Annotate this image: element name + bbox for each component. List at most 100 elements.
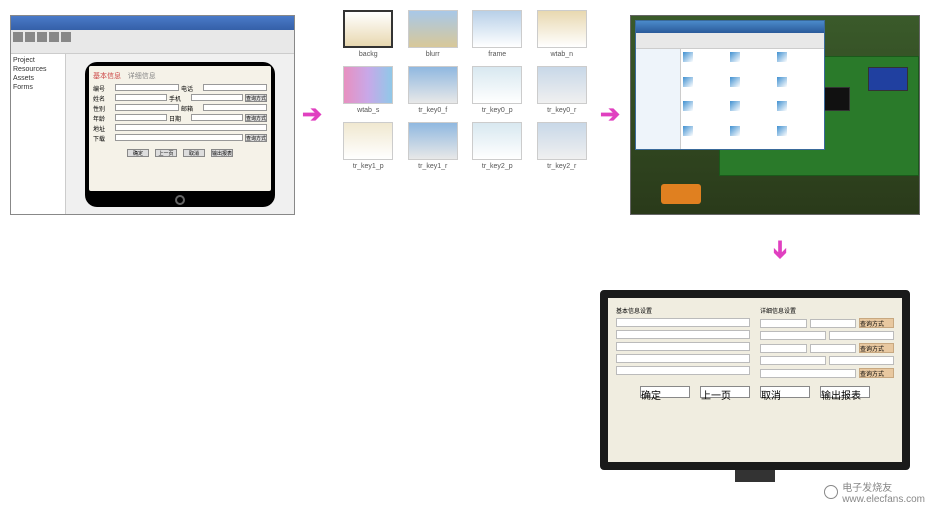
query-button: 查询方式 [245, 114, 267, 122]
toolbar-icon [37, 32, 47, 42]
file-item [683, 100, 723, 112]
asset-thumbnail [343, 10, 393, 48]
file-icon [777, 126, 787, 136]
text-input [115, 94, 167, 101]
watermark-logo-icon [824, 485, 838, 499]
action-button: 输出报表 [820, 386, 870, 398]
asset-item: tr_key0_r [534, 66, 591, 114]
asset-thumbnail [537, 10, 587, 48]
field-label: 邮箱 [181, 104, 201, 113]
text-input [760, 369, 856, 378]
text-input [191, 94, 243, 101]
asset-item: blurr [405, 10, 462, 58]
file-item [683, 125, 723, 137]
asset-label: wtab_s [357, 107, 379, 114]
asset-item: wtab_s [340, 66, 397, 114]
watermark-url: www.elecfans.com [842, 494, 925, 505]
field-label: 姓名 [93, 94, 113, 103]
asset-thumbnail [343, 66, 393, 104]
file-icon [730, 126, 740, 136]
text-input [203, 104, 267, 111]
text-input [115, 124, 267, 131]
asset-label: tr_key2_p [482, 163, 513, 170]
asset-item: frame [469, 10, 526, 58]
file-icon [777, 52, 787, 62]
monitor-frame: 基本信息设置 详细信息设置 查询方式 查询方式 查询方式 确定 [600, 290, 910, 470]
file-item [683, 76, 723, 88]
file-item [730, 125, 770, 137]
action-button: 取消 [183, 149, 205, 157]
file-item [777, 100, 817, 112]
asset-label: tr_key1_p [353, 163, 384, 170]
text-input [760, 331, 826, 340]
asset-thumbnail [472, 122, 522, 160]
asset-label: wtab_n [550, 51, 573, 58]
file-item [730, 100, 770, 112]
field-label: 地址 [93, 124, 113, 133]
asset-thumbnail [408, 66, 458, 104]
text-input [810, 319, 857, 328]
file-explorer-window [635, 20, 825, 150]
file-item [730, 76, 770, 88]
device-screen: 基本信息 详细信息 编号电话 姓名手机查询方式 性别邮箱 年龄日期查询方式 地址… [89, 66, 271, 191]
tree-node: Assets [13, 74, 63, 83]
action-button: 上一页 [155, 149, 177, 157]
file-item [777, 125, 817, 137]
asset-thumbnail [472, 10, 522, 48]
home-button-icon [175, 195, 185, 205]
asset-thumbnail [537, 122, 587, 160]
asset-label: frame [488, 51, 506, 58]
file-item [777, 51, 817, 63]
file-item [730, 51, 770, 63]
asset-item: tr_key1_p [340, 122, 397, 170]
design-canvas: 基本信息 详细信息 编号电话 姓名手机查询方式 性别邮箱 年龄日期查询方式 地址… [66, 54, 294, 214]
asset-thumbnail [408, 122, 458, 160]
flow-arrow-icon: ➔ [600, 100, 620, 129]
toolbar-icon [49, 32, 59, 42]
explorer-titlebar [636, 21, 824, 33]
text-input [760, 344, 807, 353]
asset-item: tr_key0_f [405, 66, 462, 114]
toolbar-icon [61, 32, 71, 42]
asset-item: tr_key0_p [469, 66, 526, 114]
text-input [829, 331, 895, 340]
toolbar-icon [13, 32, 23, 42]
field-label: 手机 [169, 94, 189, 103]
tree-node: Forms [13, 83, 63, 92]
monitor-stand [735, 470, 775, 482]
file-icon [730, 101, 740, 111]
file-icon [683, 126, 693, 136]
field-label: 下载 [93, 134, 113, 143]
file-icon [730, 52, 740, 62]
asset-item: tr_key2_p [469, 122, 526, 170]
file-icon [777, 77, 787, 87]
file-item [683, 51, 723, 63]
flow-arrow-icon: ➔ [766, 239, 795, 259]
toolbar-icon [25, 32, 35, 42]
ide-titlebar [11, 16, 294, 30]
text-input [616, 354, 750, 363]
asset-thumbnail [537, 66, 587, 104]
ide-toolbar [11, 30, 294, 54]
action-button: 输出报表 [211, 149, 233, 157]
monitor-screen: 基本信息设置 详细信息设置 查询方式 查询方式 查询方式 确定 [608, 298, 902, 462]
asset-label: tr_key0_r [547, 107, 576, 114]
text-input [810, 344, 857, 353]
text-input [616, 318, 750, 327]
flow-arrow-icon: ➔ [302, 100, 322, 129]
asset-thumbnail [343, 122, 393, 160]
text-input [616, 366, 750, 375]
text-input [191, 114, 243, 121]
tree-node: Resources [13, 65, 63, 74]
section-header: 基本信息设置 [616, 306, 750, 315]
action-button: 确定 [640, 386, 690, 398]
text-input [616, 342, 750, 351]
text-input [760, 319, 807, 328]
asset-label: tr_key1_r [418, 163, 447, 170]
action-button: 确定 [127, 149, 149, 157]
text-input [760, 356, 826, 365]
asset-label: tr_key2_r [547, 163, 576, 170]
explorer-file-grid [681, 49, 824, 149]
file-icon [730, 77, 740, 87]
watermark-brand: 电子发烧友 [842, 483, 892, 494]
